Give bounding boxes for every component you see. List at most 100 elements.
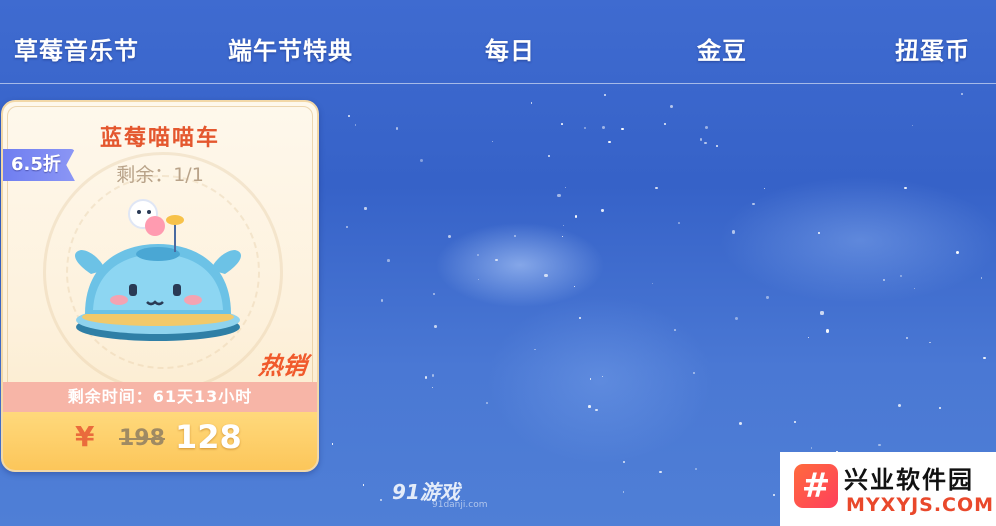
star-dot (751, 202, 755, 206)
star-dot (905, 336, 908, 339)
star-dot (738, 421, 742, 426)
star-dot (562, 224, 565, 227)
star-dot (561, 123, 563, 126)
star-dot (955, 250, 959, 254)
sale-price: 128 (175, 418, 242, 456)
product-name: 蓝莓喵喵车 (99, 126, 220, 151)
star-dot (793, 420, 797, 423)
star-dot (664, 122, 667, 126)
brand-name: 兴业软件园 (844, 466, 974, 494)
star-dot (807, 337, 810, 339)
brand-watermark: # 兴业软件园 MYXYJS.COM (780, 452, 996, 526)
price-bar[interactable]: ¥ 198 128 (3, 412, 317, 470)
star-dot (705, 125, 709, 129)
star-dot (763, 187, 766, 190)
star-dot (495, 258, 498, 262)
hash-logo-icon: # (794, 464, 838, 508)
star-dot (659, 470, 662, 474)
star-dot (900, 275, 903, 278)
star-dot (983, 356, 986, 360)
category-tab-bar: 草莓音乐节 端午节特典 每日 金豆 扭蛋币 (0, 0, 996, 84)
star-dot (348, 115, 350, 118)
star-dot (678, 222, 680, 224)
star-dot (674, 329, 677, 331)
star-dot (380, 299, 384, 303)
star-dot (623, 460, 626, 463)
star-dot (602, 375, 604, 378)
star-dot (883, 279, 886, 282)
star-dot (704, 142, 707, 145)
star-dot (911, 124, 913, 126)
star-dot (938, 406, 941, 409)
star-dot (573, 286, 575, 288)
star-dot (980, 277, 982, 279)
tab-gacha-coins[interactable]: 扭蛋币 (895, 32, 970, 70)
star-dot (447, 234, 451, 238)
star-dot (514, 234, 517, 238)
star-dot (772, 493, 775, 496)
star-dot (766, 296, 769, 299)
star-dot (651, 282, 653, 284)
star-dot (544, 274, 548, 278)
star-dot (588, 405, 591, 408)
star-dot (354, 124, 357, 126)
tab-gold-beans[interactable]: 金豆 (697, 32, 747, 70)
star-dot (825, 329, 829, 333)
star-dot (345, 225, 349, 229)
star-dot (735, 316, 739, 320)
star-dot (395, 127, 399, 130)
star-dot (486, 402, 488, 404)
star-dot (434, 325, 437, 329)
product-card[interactable]: 蓝莓喵喵车 剩余：1/1 6.5折 热销 剩余时间：61天13小时 ¥ 198 … (1, 100, 319, 472)
star-dot (669, 104, 673, 109)
star-dot (424, 376, 428, 379)
star-dot (583, 126, 587, 130)
star-dot (379, 498, 382, 501)
star-dot (562, 235, 564, 237)
star-dot (364, 207, 367, 210)
star-dot (693, 372, 696, 375)
star-dot (654, 186, 658, 190)
star-dot (820, 311, 824, 315)
star-dot (386, 259, 390, 262)
star-dot (732, 230, 736, 234)
star-dot (897, 403, 902, 408)
currency-symbol: ¥ (75, 420, 95, 453)
star-dot (557, 194, 561, 198)
blueberry-cat-car-icon (75, 199, 241, 341)
star-dot (878, 444, 881, 447)
star-dot (810, 447, 813, 449)
star-dot (589, 378, 592, 380)
star-dot (433, 292, 436, 295)
brand-site: MYXYJS.COM (846, 494, 995, 516)
star-dot (578, 316, 582, 319)
star-dot (623, 491, 625, 493)
star-dot (420, 159, 424, 163)
star-dot (961, 92, 963, 95)
star-dot (548, 154, 551, 157)
star-dot (491, 141, 493, 143)
star-dot (601, 126, 605, 130)
star-dot (595, 408, 598, 412)
time-remaining-bar: 剩余时间：61天13小时 (3, 382, 317, 412)
star-dot (695, 468, 698, 471)
star-dot (477, 253, 480, 256)
star-dot (700, 138, 703, 141)
watermark-91-domain: 91danji.com (432, 500, 488, 510)
tab-strawberry-music-festival[interactable]: 草莓音乐节 (14, 32, 139, 70)
star-dot (564, 186, 566, 188)
star-dot (603, 93, 606, 96)
star-dot (331, 443, 334, 445)
discount-badge: 6.5折 (3, 149, 75, 181)
star-dot (913, 287, 916, 290)
star-dot (621, 127, 624, 130)
star-dot (574, 215, 578, 219)
star-dot (534, 348, 536, 350)
tab-daily[interactable]: 每日 (485, 32, 535, 70)
star-dot (363, 484, 365, 486)
star-dot (929, 341, 931, 344)
star-dot (817, 231, 820, 234)
tab-dragon-boat-special[interactable]: 端午节特典 (228, 32, 353, 70)
star-dot (431, 386, 433, 389)
original-price: 198 (119, 426, 165, 451)
